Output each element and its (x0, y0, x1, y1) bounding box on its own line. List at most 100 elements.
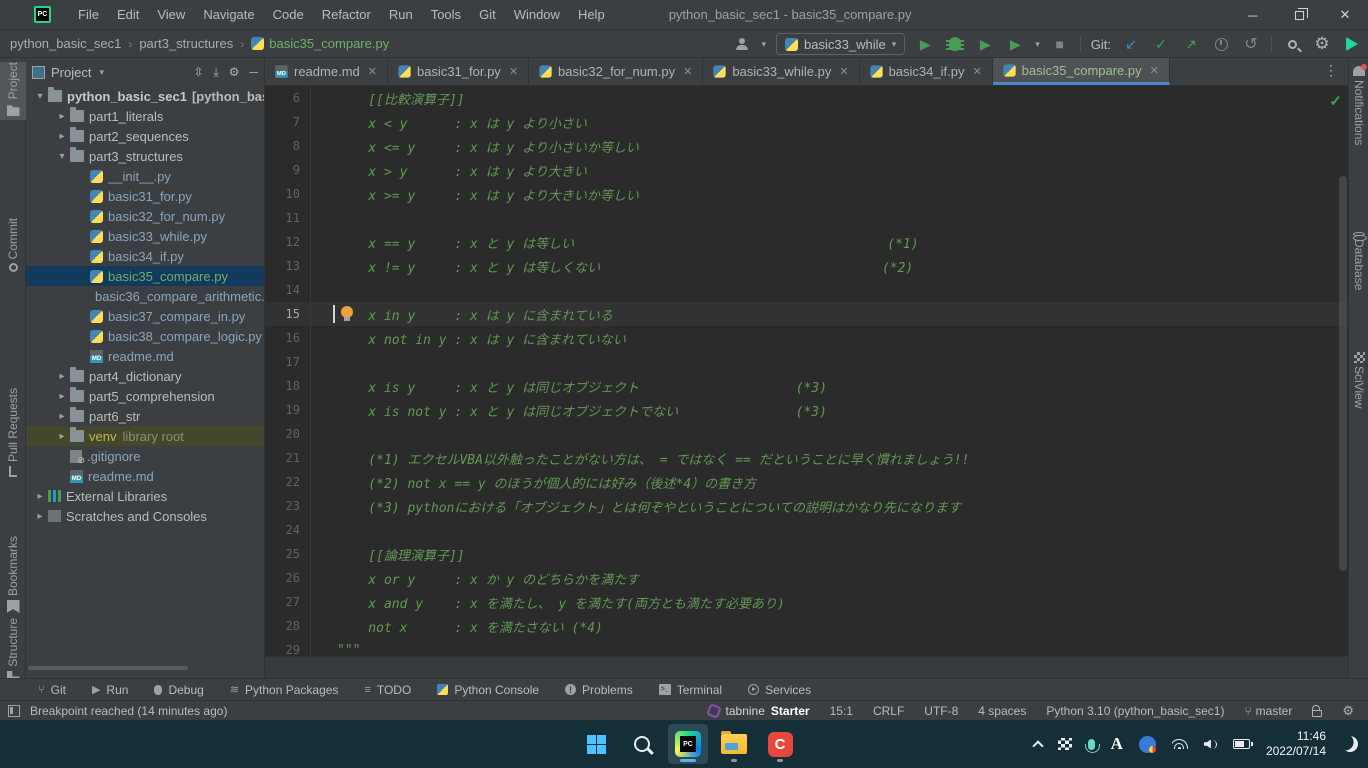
toolwindow-run[interactable]: ▶Run (92, 683, 128, 697)
toolwindow-problems[interactable]: !Problems (565, 683, 633, 697)
tool-stripe-notifications[interactable]: Notifications (1349, 60, 1368, 145)
toolwindow-git[interactable]: ⑂Git (38, 683, 66, 697)
menu-help[interactable]: Help (569, 7, 614, 22)
toolwindow-services[interactable]: Services (748, 683, 811, 697)
tree-folder[interactable]: ▸ part6_str (26, 406, 264, 426)
minimize-button[interactable]: ─ (1230, 0, 1276, 30)
tree-folder[interactable]: ▸ part2_sequences (26, 126, 264, 146)
profiler-button[interactable]: ▶ (1005, 33, 1025, 55)
tree-folder-venv[interactable]: ▸ venv library root (26, 426, 264, 446)
tree-scratches[interactable]: ▸ Scratches and Consoles (26, 506, 264, 526)
run-button[interactable]: ▶ (915, 33, 935, 55)
inspections-ok-icon[interactable]: ✓ (1329, 92, 1342, 110)
close-button[interactable]: ✕ (1322, 0, 1368, 30)
tool-stripe-project[interactable]: Project (0, 62, 26, 120)
toolwindow-terminal[interactable]: >_Terminal (659, 683, 722, 697)
tab-basic33-while[interactable]: basic33_while.py ✕ (703, 58, 859, 85)
gear-icon[interactable]: ⚙ (229, 65, 240, 79)
tool-window-layout-icon[interactable] (8, 705, 20, 717)
tree-root[interactable]: ▾ python_basic_sec1 [python_basic] D:\ (26, 86, 264, 106)
git-update-button[interactable]: ↙ (1121, 33, 1141, 55)
tool-stripe-pull-requests[interactable]: Pull Requests (0, 388, 26, 481)
git-push-button[interactable]: ↗ (1181, 33, 1201, 55)
search-everywhere-button[interactable] (1282, 33, 1302, 55)
tree-file[interactable]: __init__.py (26, 166, 264, 186)
code-editor[interactable]: 6 [[比較演算子]] 7 x < y : x は y より小さい 8 x <=… (265, 86, 1348, 656)
microphone-icon[interactable] (1088, 739, 1095, 750)
editor-vertical-scrollbar[interactable] (1339, 176, 1347, 571)
breadcrumb-package[interactable]: part3_structures (139, 36, 233, 51)
tree-file[interactable]: basic37_compare_in.py (26, 306, 264, 326)
tree-folder[interactable]: ▾ part3_structures (26, 146, 264, 166)
taskbar-search-button[interactable] (622, 724, 662, 764)
taskbar-explorer-button[interactable] (714, 724, 754, 764)
start-button[interactable] (576, 724, 616, 764)
menu-run[interactable]: Run (380, 7, 422, 22)
collapse-all-icon[interactable]: ⤓ (213, 65, 218, 80)
menu-refactor[interactable]: Refactor (313, 7, 380, 22)
tree-file[interactable]: basic36_compare_arithmetic.py (26, 286, 264, 306)
taskbar-camtasia-button[interactable]: C (760, 724, 800, 764)
tab-basic31-for[interactable]: basic31_for.py ✕ (388, 58, 529, 85)
settings-button[interactable]: ⚙ (1312, 33, 1332, 55)
editor-bottom-scroll-area[interactable] (265, 656, 1348, 678)
tool-stripe-sciview[interactable]: SciView (1349, 346, 1368, 408)
tree-file[interactable]: basic31_for.py (26, 186, 264, 206)
indent-widget[interactable]: 4 spaces (978, 704, 1026, 718)
git-history-button[interactable] (1211, 33, 1231, 55)
close-icon[interactable]: ✕ (683, 65, 692, 78)
menu-file[interactable]: File (69, 7, 108, 22)
battery-icon[interactable] (1233, 739, 1250, 749)
tool-stripe-bookmarks[interactable]: Bookmarks (0, 536, 26, 617)
toolwindow-debug[interactable]: Debug (154, 683, 203, 697)
ime-language-icon[interactable]: A (1111, 734, 1123, 754)
tab-readme-md[interactable]: readme.md ✕ (265, 58, 388, 85)
stop-button[interactable]: ■ (1050, 33, 1070, 55)
tab-basic35-compare[interactable]: basic35_compare.py ✕ (993, 58, 1170, 85)
tree-file[interactable]: readme.md (26, 346, 264, 366)
menu-git[interactable]: Git (470, 7, 505, 22)
menu-view[interactable]: View (148, 7, 194, 22)
interpreter-widget[interactable]: Python 3.10 (python_basic_sec1) (1046, 704, 1224, 718)
close-icon[interactable]: ✕ (368, 65, 377, 78)
menu-edit[interactable]: Edit (108, 7, 148, 22)
git-commit-button[interactable]: ✓ (1151, 33, 1171, 55)
speaker-icon[interactable] (1204, 740, 1217, 749)
caret-position-widget[interactable]: 15:1 (830, 704, 853, 718)
line-separator-widget[interactable]: CRLF (873, 704, 904, 718)
taskbar-pycharm-button[interactable]: PC (668, 724, 708, 764)
run-coverage-button[interactable]: ▶ (975, 33, 995, 55)
tab-options-icon[interactable]: ⋮ (1324, 62, 1338, 79)
tree-folder[interactable]: ▸ part1_literals (26, 106, 264, 126)
tool-stripe-commit[interactable]: Commit (0, 218, 26, 276)
close-icon[interactable]: ✕ (1150, 64, 1159, 77)
expand-all-icon[interactable]: ⇳ (193, 65, 203, 79)
close-icon[interactable]: ✕ (972, 65, 981, 78)
toolwindow-python-console[interactable]: Python Console (437, 683, 539, 697)
git-rollback-button[interactable]: ↺ (1241, 33, 1261, 55)
lightbulb-intention-icon[interactable] (341, 306, 353, 318)
tree-external-libraries[interactable]: ▸ External Libraries (26, 486, 264, 506)
tree-file[interactable]: readme.md (26, 466, 264, 486)
tray-overflow-chevron-icon[interactable] (1032, 740, 1043, 751)
tree-file[interactable]: basic34_if.py (26, 246, 264, 266)
dropbox-icon[interactable] (1058, 738, 1072, 750)
close-icon[interactable]: ✕ (509, 65, 518, 78)
project-panel-title[interactable]: Project (51, 65, 91, 80)
breadcrumb-project[interactable]: python_basic_sec1 (10, 36, 121, 51)
tray-app-icon[interactable] (1139, 736, 1156, 753)
encoding-widget[interactable]: UTF-8 (924, 704, 958, 718)
tree-folder[interactable]: ▸ part5_comprehension (26, 386, 264, 406)
menu-code[interactable]: Code (264, 7, 313, 22)
menu-window[interactable]: Window (505, 7, 569, 22)
lock-icon[interactable] (1312, 710, 1322, 717)
chevron-down-icon[interactable]: ▾ (99, 67, 104, 78)
tool-stripe-database[interactable]: Database (1349, 226, 1368, 290)
maximize-button[interactable] (1276, 0, 1322, 30)
tree-file[interactable]: basic33_while.py (26, 226, 264, 246)
git-branch-widget[interactable]: ⑂ master (1244, 704, 1292, 718)
night-mode-moon-icon[interactable] (1340, 734, 1360, 754)
code-with-me-button[interactable] (1342, 33, 1362, 55)
tree-file[interactable]: .gitignore (26, 446, 264, 466)
tree-file-selected[interactable]: basic35_compare.py (26, 266, 264, 286)
